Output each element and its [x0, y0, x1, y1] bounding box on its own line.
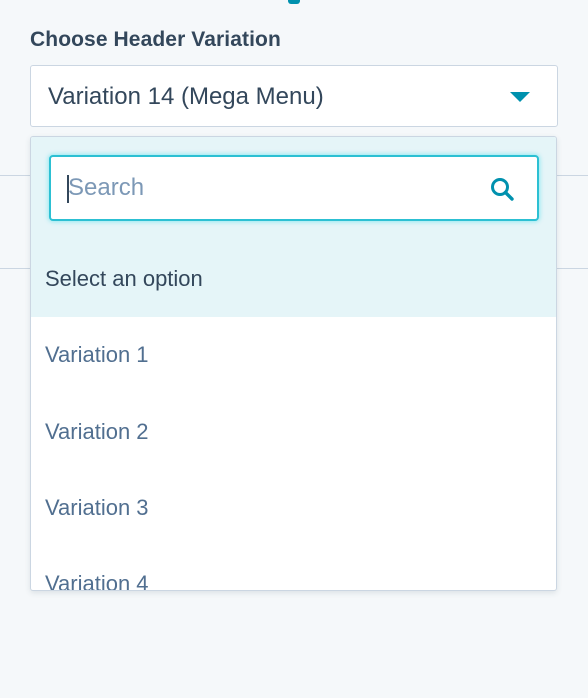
- option-select-an-option[interactable]: Select an option: [31, 241, 556, 317]
- option-variation-4[interactable]: Variation 4: [31, 546, 556, 590]
- selected-value: Variation 14 (Mega Menu): [48, 83, 324, 110]
- chevron-down-icon[interactable]: [510, 92, 530, 102]
- top-marker: [288, 0, 300, 4]
- search-box[interactable]: [49, 155, 539, 221]
- option-variation-3[interactable]: Variation 3: [31, 470, 556, 546]
- header-variation-select[interactable]: Variation 14 (Mega Menu): [30, 65, 558, 127]
- option-variation-1[interactable]: Variation 1: [31, 317, 556, 393]
- text-cursor: [67, 175, 69, 203]
- search-input[interactable]: [66, 167, 468, 209]
- option-variation-2[interactable]: Variation 2: [31, 394, 556, 470]
- search-icon[interactable]: [489, 176, 515, 202]
- field-label: Choose Header Variation: [30, 28, 281, 51]
- dropdown-menu: Select an option Variation 1 Variation 2…: [30, 136, 557, 591]
